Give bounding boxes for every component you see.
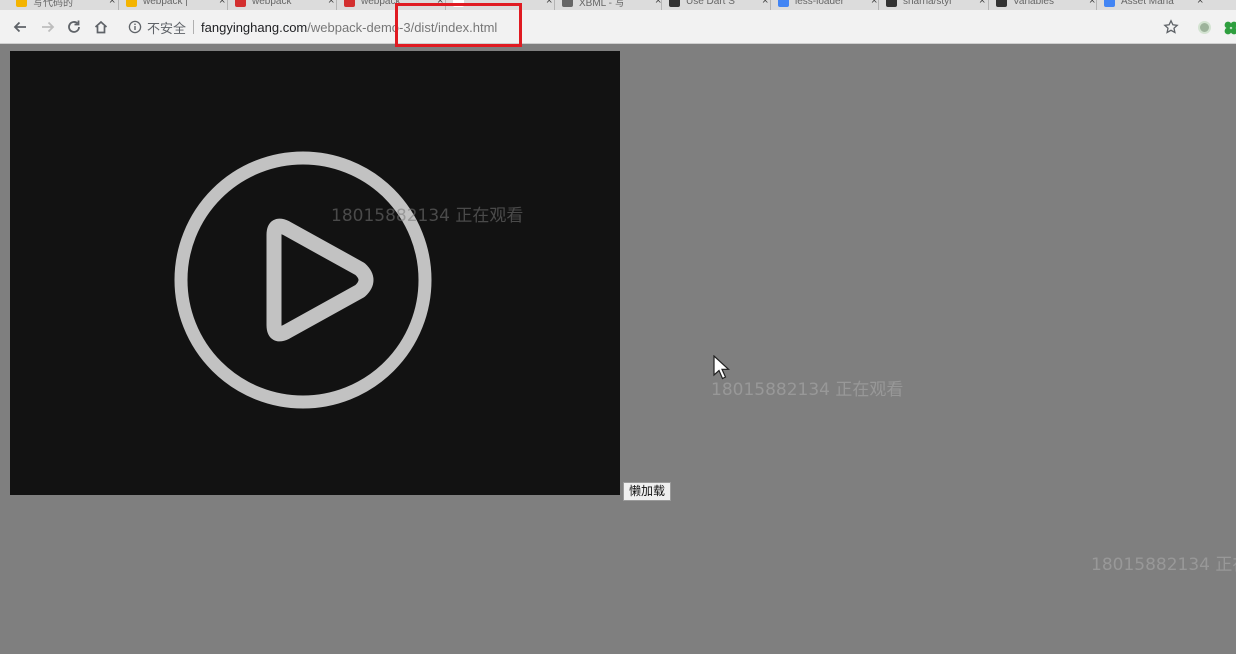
browser-tab[interactable]: sharna/styl × xyxy=(886,0,985,8)
tab-close-icon[interactable]: × xyxy=(109,0,115,7)
url-host[interactable]: fangyinghang.com xyxy=(201,20,307,35)
tab-separator xyxy=(988,0,989,10)
browser-toolbar: 不安全 fangyinghang.com/webpack-demo-3/dist… xyxy=(0,10,1236,44)
tab-favicon-icon xyxy=(235,0,246,7)
browser-tab[interactable]: × xyxy=(453,0,552,8)
forward-icon xyxy=(42,21,55,33)
tab-separator xyxy=(878,0,879,10)
browser-tab[interactable]: Use Dart S × xyxy=(669,0,768,8)
extension-icon[interactable] xyxy=(1198,21,1211,34)
tab-favicon-icon xyxy=(996,0,1007,7)
browser-tab[interactable]: less-loader × xyxy=(778,0,877,8)
home-icon xyxy=(94,20,108,34)
omnibox-divider xyxy=(193,20,195,34)
tab-close-icon[interactable]: × xyxy=(1089,0,1095,7)
tab-favicon-icon xyxy=(126,0,137,7)
tab-title: XBML - 写 xyxy=(579,0,625,8)
tab-title: Asset Mana xyxy=(1121,0,1174,7)
tab-close-icon[interactable]: × xyxy=(871,0,877,7)
tab-separator xyxy=(118,0,119,10)
tab-title: webpack | xyxy=(143,0,188,7)
tab-separator xyxy=(1096,0,1097,10)
tab-title: webpack xyxy=(252,0,292,7)
tab-title: sharna/styl xyxy=(903,0,952,7)
info-icon[interactable] xyxy=(128,20,142,34)
tab-favicon-icon xyxy=(453,0,464,7)
url-path[interactable]: /webpack-demo-3/dist/index.html xyxy=(307,20,497,35)
tab-separator xyxy=(445,0,446,10)
tab-favicon-icon xyxy=(669,0,680,7)
tab-close-icon[interactable]: × xyxy=(979,0,985,7)
tab-title: webpack xyxy=(361,0,401,7)
browser-tab[interactable]: XBML - 写 × xyxy=(562,0,661,8)
cursor-icon xyxy=(713,355,731,380)
reload-icon xyxy=(68,20,80,33)
tab-separator xyxy=(227,0,228,10)
tab-favicon-icon xyxy=(562,0,573,7)
tab-separator xyxy=(554,0,555,10)
address-bar[interactable]: 不安全 fangyinghang.com/webpack-demo-3/dist… xyxy=(122,14,1158,40)
browser-tab[interactable]: webpack × xyxy=(235,0,334,8)
tab-title: Use Dart S xyxy=(686,0,735,7)
tab-close-icon[interactable]: × xyxy=(219,0,225,7)
watermark-text: 18015882134 正在观看 xyxy=(711,380,904,400)
lazy-load-button[interactable]: 懒加载 xyxy=(623,482,672,501)
star-icon[interactable] xyxy=(1163,19,1179,35)
tab-close-icon[interactable]: × xyxy=(546,0,552,7)
tab-separator xyxy=(336,0,337,10)
tab-title: less-loader xyxy=(795,0,844,7)
tab-separator xyxy=(770,0,771,10)
browser-tab[interactable]: Asset Mana × xyxy=(1104,0,1203,8)
home-button[interactable] xyxy=(91,17,111,37)
back-icon xyxy=(13,21,26,33)
video-player[interactable] xyxy=(10,51,620,495)
watermark-text: 18015882134 正在观看 xyxy=(331,206,524,226)
tab-close-icon[interactable]: × xyxy=(328,0,334,7)
tab-separator xyxy=(661,0,662,10)
browser-tab[interactable]: Variables × xyxy=(996,0,1095,8)
back-button[interactable] xyxy=(10,17,30,37)
clover-extension-icon[interactable] xyxy=(1222,19,1236,37)
forward-button[interactable] xyxy=(38,17,58,37)
tab-favicon-icon xyxy=(778,0,789,7)
tab-title: 写代码的 xyxy=(33,0,73,8)
browser-tab[interactable]: webpack × xyxy=(344,0,443,8)
security-label[interactable]: 不安全 xyxy=(147,18,186,37)
tab-close-icon[interactable]: × xyxy=(1197,0,1203,7)
tab-favicon-icon xyxy=(344,0,355,7)
tab-favicon-icon xyxy=(886,0,897,7)
watermark-text: 18015882134 正在观看 xyxy=(1091,555,1236,575)
tab-favicon-icon xyxy=(16,0,27,7)
tab-title: Variables xyxy=(1013,0,1054,7)
tab-close-icon[interactable]: × xyxy=(762,0,768,7)
reload-button[interactable] xyxy=(64,17,84,37)
browser-tab[interactable]: 写代码的 × xyxy=(16,0,115,8)
play-icon[interactable] xyxy=(10,51,620,495)
browser-tab[interactable]: webpack | × xyxy=(126,0,225,8)
tab-close-icon[interactable]: × xyxy=(437,0,443,7)
tab-strip: 写代码的 × webpack | × webpack × webpack × × XBML - 写… xyxy=(0,0,1236,10)
tab-favicon-icon xyxy=(1104,0,1115,7)
